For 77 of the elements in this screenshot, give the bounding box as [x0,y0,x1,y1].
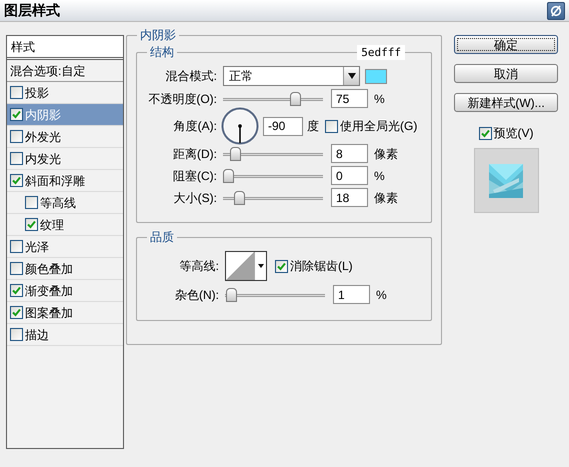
input-field[interactable]: 0 [331,166,368,185]
checkbox-label[interactable]: 预览(V) [494,124,534,142]
checkbox[interactable] [10,328,23,341]
unit-label: 度 [307,118,319,135]
checkbox[interactable] [478,126,492,140]
list-item[interactable]: 内发光 [7,148,123,170]
list-item[interactable]: 颜色叠加 [7,258,123,280]
checkbox[interactable] [25,218,38,231]
checkbox[interactable] [10,86,23,99]
input-field[interactable]: 8 [331,144,368,163]
close-icon [550,4,562,16]
angle-field[interactable]: -90 [263,116,303,136]
dialog-button[interactable]: 新建样式(W)... [454,93,558,112]
checkbox[interactable] [275,260,288,272]
unit-label: % [376,286,387,304]
list-item[interactable]: 斜面和浮雕 [7,170,123,192]
list-item[interactable]: 图案叠加 [7,302,123,324]
slider-thumb[interactable] [290,92,301,106]
field-label: 距离(D): [172,146,217,162]
contour-curve-icon [226,252,254,280]
checkbox-label[interactable]: 消除锯齿(L) [290,257,353,275]
field-label: 杂色(N): [174,286,219,304]
checkbox-label[interactable]: 使用全局光(G) [340,117,418,135]
slider-thumb[interactable] [230,146,242,160]
input-field[interactable]: 75 [331,89,368,108]
field-label: 大小(S): [172,190,217,206]
checkbox[interactable] [10,306,23,319]
checkbox[interactable] [10,174,23,187]
close-button[interactable] [547,2,565,20]
list-item[interactable]: 外发光 [7,126,123,148]
dialog-button[interactable]: 确定 [454,35,558,54]
group-title: 品质 [147,229,177,245]
field-label: 阻塞(C): [172,168,217,184]
slider-track[interactable] [225,286,325,302]
list-header: 样式 [7,36,123,60]
color-swatch[interactable] [365,68,387,84]
list-item[interactable]: 渐变叠加 [7,280,123,302]
slider-track[interactable] [223,190,323,206]
checkbox[interactable] [25,196,38,209]
input-field[interactable]: 18 [331,188,368,207]
group-title: 结构 [147,44,177,60]
contour-picker[interactable] [225,251,267,281]
checkbox[interactable] [10,130,23,143]
list-item[interactable]: 混合选项:自定 [7,60,123,82]
color-hex-label: 5edfff [357,45,405,60]
group-title: 内阴影 [137,27,179,43]
checkbox[interactable] [10,240,23,253]
slider-track[interactable] [223,168,323,184]
slider-thumb[interactable] [234,190,245,204]
list-item[interactable]: 等高线 [7,192,123,214]
list-item[interactable]: 光泽 [7,236,123,258]
unit-label: % [374,168,385,184]
angle-dial-icon[interactable] [221,107,259,145]
field-label: 角度(A): [172,118,217,135]
unit-label: % [374,90,385,108]
checkbox[interactable] [10,262,23,275]
input-field[interactable]: 1 [333,285,370,304]
field-label: 等高线: [178,258,219,275]
unit-label: 像素 [374,146,398,162]
blend-mode-dropdown[interactable]: 正常 [223,66,360,86]
checkbox[interactable] [325,120,338,132]
caret-icon [258,264,264,268]
list-item[interactable]: 描边 [7,324,123,346]
checkbox[interactable] [10,108,23,121]
slider-thumb[interactable] [226,288,237,302]
window-title: 图层样式 [4,1,60,20]
checkbox[interactable] [10,152,23,165]
slider-thumb[interactable] [223,168,234,182]
list-item[interactable]: 纹理 [7,214,123,236]
dialog-button[interactable]: 取消 [454,64,558,83]
field-label: 混合模式: [164,68,217,85]
caret-icon [348,73,356,79]
slider-track[interactable] [223,146,323,162]
field-label: 不透明度(O): [147,90,217,108]
unit-label: 像素 [374,190,398,206]
slider-track[interactable] [223,90,323,106]
checkbox[interactable] [10,284,23,297]
